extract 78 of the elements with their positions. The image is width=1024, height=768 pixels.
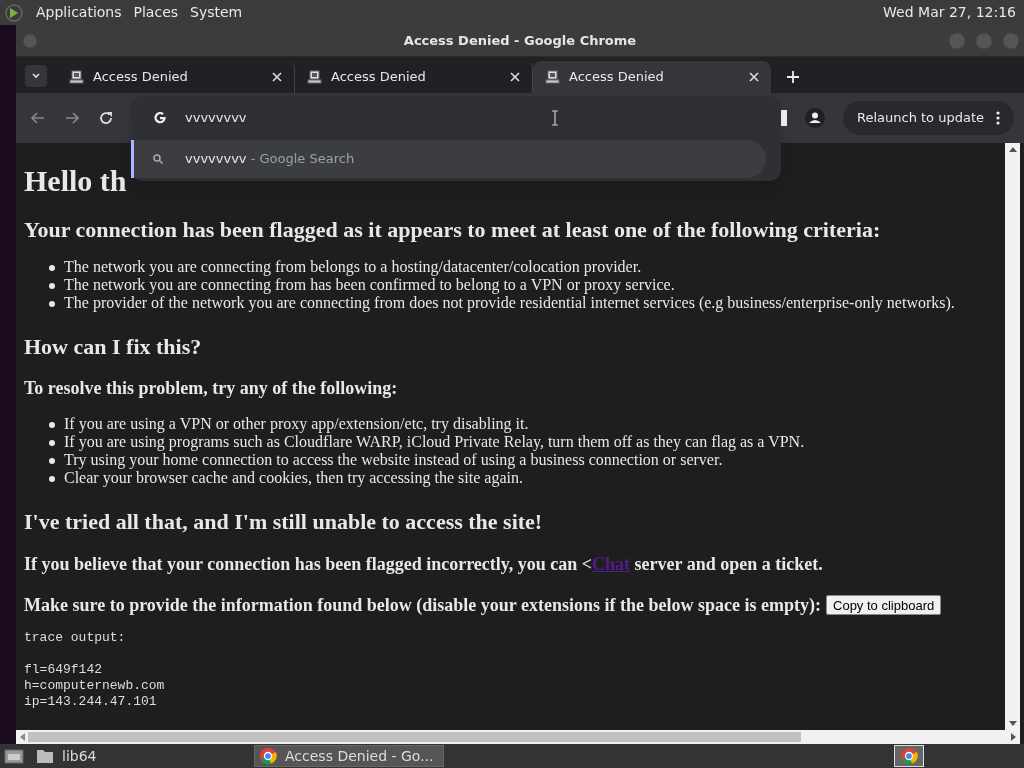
bullet-icon — [49, 422, 55, 428]
section-heading: I've tried all that, and I'm still unable to access the site! — [24, 508, 544, 536]
instruction-text: Make sure to provide the information found below (disable your extensions if the below space is empty): — [24, 594, 821, 616]
close-icon — [272, 72, 282, 82]
scroll-down-icon — [1008, 721, 1017, 727]
list-item: The provider of the network you are connecting from does not provide residential internet services (e.g business/enterprise-only networks). — [64, 294, 955, 312]
reload-icon — [98, 110, 114, 126]
chevron-down-icon — [31, 71, 41, 81]
trace-line: ip=143.244.47.101 — [24, 694, 158, 710]
tab-title: Access Denied — [93, 68, 189, 87]
window-control-icon — [1002, 32, 1020, 50]
page-heading: Hello th — [24, 163, 128, 199]
close-icon — [749, 72, 759, 82]
trace-line: fl=649f142 — [24, 662, 103, 678]
relaunch-button[interactable]: Relaunch to update — [843, 101, 1014, 135]
tab-search-button[interactable] — [25, 65, 47, 87]
forward-arrow-icon — [64, 110, 80, 126]
bullet-icon — [49, 440, 55, 446]
scroll-right-icon — [1011, 733, 1017, 741]
folder-icon — [36, 748, 54, 764]
app-menu-icon — [4, 2, 24, 23]
contact-text: If you believe that your connection has been flagged incorrectly, you can <Chat server and open a ticket. — [24, 553, 824, 575]
tab-title: Access Denied — [569, 68, 665, 87]
window-control-icon — [975, 32, 993, 50]
vertical-scrollbar[interactable] — [1005, 143, 1020, 730]
tab-title: Access Denied — [331, 68, 427, 87]
taskbar-item[interactable]: Access Denied - Go... — [254, 745, 444, 767]
list-item: If you are using programs such as Cloudflare WARP, iCloud Private Relay, turn them off as they can flag as a VPN. — [64, 433, 805, 451]
horizontal-scrollbar[interactable] — [16, 730, 1020, 744]
computer-icon — [307, 69, 323, 85]
taskbar-item[interactable]: lib64 — [32, 745, 222, 767]
window-title: Access Denied - Google Chrome — [403, 31, 637, 50]
computer-icon — [545, 69, 561, 85]
copy-button[interactable]: Copy to clipboard — [826, 595, 942, 615]
profile-button[interactable] — [805, 108, 825, 128]
forward-arrow-button[interactable] — [64, 110, 80, 126]
bullet-icon — [49, 476, 55, 482]
scrollbar-thumb[interactable] — [28, 732, 801, 742]
bullet-icon — [49, 301, 55, 307]
back-arrow-icon — [30, 110, 46, 126]
reload-button[interactable] — [98, 110, 114, 126]
bullet-icon — [49, 265, 55, 271]
computer-icon — [69, 69, 85, 85]
list-item: Clear your browser cache and cookies, then try accessing the site again. — [64, 469, 523, 487]
section-heading: Your connection has been flagged as it appears to meet at least one of the following criteria: — [24, 216, 882, 244]
plus-icon — [786, 70, 800, 84]
clock: Wed Mar 27, 12:16 — [883, 3, 1017, 22]
bullet-icon — [49, 458, 55, 464]
browser-tab[interactable]: Access Denied — [533, 61, 771, 93]
list-item: If you are using a VPN or other proxy app/extension/etc, try disabling it. — [64, 415, 529, 433]
section-heading: How can I fix this? — [24, 333, 203, 361]
list-item: The network you are connecting from has been confirmed to belong to a VPN or proxy service. — [64, 276, 675, 294]
panel-menu[interactable]: System — [190, 2, 243, 23]
search-icon — [153, 154, 163, 164]
panel-menu[interactable]: Applications — [36, 2, 122, 23]
search-suggestion[interactable]: vvvvvvvv - Google Search — [131, 140, 766, 178]
chrome-icon — [259, 747, 277, 765]
chrome-icon — [900, 747, 918, 765]
google-logo-icon — [153, 111, 167, 125]
panel-menu[interactable]: Places — [133, 2, 179, 23]
show-desktop-icon — [4, 747, 24, 765]
person-icon — [805, 108, 825, 128]
scroll-left-icon — [19, 733, 25, 741]
list-item: Try using your home connection to access the website instead of using a business connection or server. — [64, 451, 723, 469]
trace-line: h=computernewb.com — [24, 678, 166, 694]
back-arrow-button[interactable] — [30, 110, 46, 126]
section-heading: To resolve this problem, try any of the following: — [24, 377, 399, 399]
trace-line: trace output: — [24, 630, 127, 646]
more-options-icon — [996, 111, 1000, 125]
address-bar-text[interactable]: vvvvvvvv — [185, 108, 247, 128]
window-control-icon — [948, 32, 966, 50]
window-control-icon — [22, 33, 38, 49]
bullet-icon — [49, 283, 55, 289]
list-item: The network you are connecting from belongs to a hosting/datacenter/colocation provider. — [64, 258, 642, 276]
close-icon — [510, 72, 520, 82]
scroll-up-icon — [1008, 146, 1017, 152]
text-cursor-icon — [551, 110, 559, 126]
tray-item[interactable] — [894, 745, 924, 767]
